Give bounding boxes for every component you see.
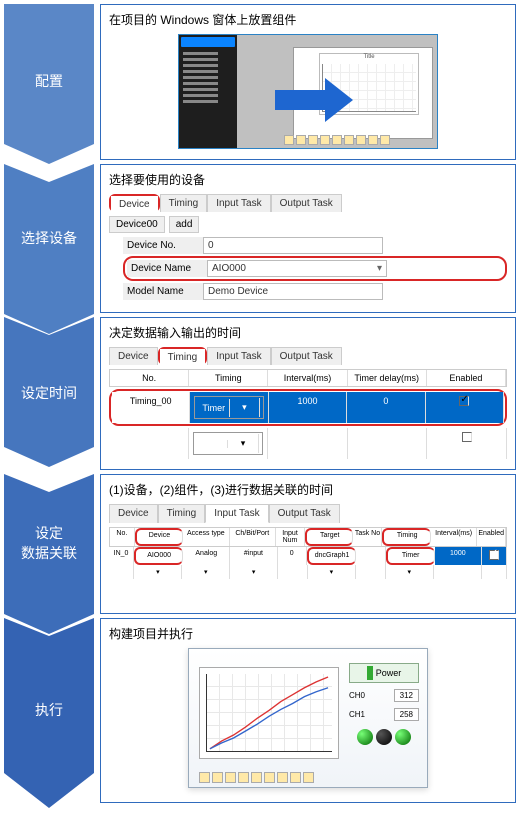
tab-input-task[interactable]: Input Task <box>205 504 268 523</box>
tab-timing[interactable]: Timing <box>160 349 206 366</box>
led-icon <box>376 729 392 745</box>
add-device-button[interactable]: add <box>169 216 200 233</box>
input-task-row-0[interactable]: IN_0 AIO000 Analog #input 0 dncGraph1 Ti… <box>109 547 507 565</box>
tab-input-task[interactable]: Input Task <box>207 194 270 212</box>
timing-row-highlight: Timing_00 Timer▾ 1000 0 <box>109 389 507 426</box>
runtime-graph <box>199 667 339 759</box>
tab-device[interactable]: Device <box>109 347 158 365</box>
cell-target[interactable]: dncGraph1 <box>307 547 356 565</box>
ide-toolbox <box>179 35 237 148</box>
timing-enabled-cell[interactable] <box>427 428 507 459</box>
device-instance-label: Device00 <box>109 216 165 233</box>
step-chevron-set-timing: 设定时间 <box>4 317 94 470</box>
timing-row-1[interactable]: ▾ <box>109 428 507 459</box>
card-configure: 在项目的 Windows 窗体上放置组件 Title <box>100 4 516 160</box>
model-name-label: Model Name <box>123 283 203 300</box>
card-execute: 构建项目并执行 Power CH0 312 CH1 258 <box>100 618 516 803</box>
device-name-highlight: Device NameAIO000 <box>123 256 507 281</box>
step-chevron-execute: 执行 <box>4 618 94 803</box>
tab-device[interactable]: Device <box>111 196 158 213</box>
timing-table-header: No. Timing Interval(ms) Timer delay(ms) … <box>109 369 507 387</box>
card-title: 选择要使用的设备 <box>109 171 507 188</box>
device-tabs: Device Timing Input Task Output Task <box>109 194 507 212</box>
device-name-label: Device Name <box>127 260 207 277</box>
cell-timing[interactable]: Timer <box>386 547 435 565</box>
card-data-link: (1)设备，(2)组件，(3)进行数据关联的时间 Device Timing I… <box>100 474 516 614</box>
cell-chbit[interactable]: #input <box>230 547 277 565</box>
device-tab-highlight: Device <box>109 194 160 212</box>
cell-device[interactable]: AIO000 <box>134 547 183 565</box>
card-title: (1)设备，(2)组件，(3)进行数据关联的时间 <box>109 481 507 498</box>
step-label: 设定时间 <box>21 384 77 404</box>
timing-tabs: Device Timing Input Task Output Task <box>109 347 507 365</box>
tab-output-task[interactable]: Output Task <box>269 504 340 523</box>
tab-timing[interactable]: Timing <box>160 194 208 212</box>
ch0-label: CH0 <box>349 691 365 700</box>
cell-taskno[interactable] <box>356 547 385 565</box>
card-title: 构建项目并执行 <box>109 625 507 642</box>
power-bar-icon <box>367 666 373 680</box>
step-label: 选择设备 <box>21 229 77 249</box>
tab-output-task[interactable]: Output Task <box>271 347 342 365</box>
tab-timing[interactable]: Timing <box>158 504 206 523</box>
device-no-label: Device No. <box>123 237 203 254</box>
col-target-highlight: Target <box>305 528 353 546</box>
ch1-label: CH1 <box>349 710 365 719</box>
card-title: 决定数据输入输出的时间 <box>109 324 507 341</box>
input-task-header: No. Device Access type Ch/Bit/Port Input… <box>109 527 507 547</box>
timing-tab-highlight: Timing <box>158 347 208 365</box>
timing-interval-cell[interactable]: 1000 <box>269 392 347 423</box>
indicator-leds <box>349 729 419 745</box>
led-icon <box>357 729 373 745</box>
inputtask-tabs: Device Timing Input Task Output Task <box>109 504 507 523</box>
runtime-window: Power CH0 312 CH1 258 <box>188 648 428 788</box>
power-indicator: Power <box>349 663 419 683</box>
chevron-down-icon: ▾ <box>228 434 259 453</box>
card-title: 在项目的 Windows 窗体上放置组件 <box>109 11 507 28</box>
timing-delay-cell[interactable]: 0 <box>347 392 425 423</box>
ch0-value: 312 <box>394 689 419 702</box>
timing-enabled-cell[interactable] <box>426 392 504 423</box>
step-chevron-select-device: 选择设备 <box>4 164 94 313</box>
step-label: 执行 <box>35 701 63 721</box>
cell-access[interactable]: Analog <box>183 547 230 565</box>
step-label: 设定 数据关联 <box>21 524 77 563</box>
ide-toolbar-icons <box>284 135 390 145</box>
tab-input-task[interactable]: Input Task <box>207 347 270 365</box>
tab-device[interactable]: Device <box>109 504 158 523</box>
device-no-field[interactable]: 0 <box>203 237 383 254</box>
ide-designer: Title <box>237 35 437 148</box>
ide-screenshot: Title <box>178 34 438 149</box>
led-icon <box>395 729 411 745</box>
tab-output-task[interactable]: Output Task <box>271 194 342 212</box>
model-name-field[interactable]: Demo Device <box>203 283 383 300</box>
input-task-row-1[interactable]: ▾▾▾ ▾ ▾ <box>109 565 507 579</box>
timing-no-cell: Timing_00 <box>112 392 190 423</box>
ch1-value: 258 <box>394 708 419 721</box>
placement-arrow-icon <box>275 75 355 125</box>
chevron-down-icon: ▾ <box>230 398 260 417</box>
step-label: 配置 <box>35 72 63 92</box>
runtime-toolbar[interactable] <box>199 772 314 783</box>
step-chevron-data-link: 设定 数据关联 <box>4 474 94 614</box>
cell-interval[interactable]: 1000 <box>435 547 482 565</box>
cell-enabled[interactable] <box>482 547 507 565</box>
timing-type-cell[interactable]: Timer▾ <box>190 392 268 423</box>
step-chevron-configure: 配置 <box>4 4 94 160</box>
card-set-timing: 决定数据输入输出的时间 Device Timing Input Task Out… <box>100 317 516 470</box>
card-select-device: 选择要使用的设备 Device Timing Input Task Output… <box>100 164 516 313</box>
timing-row-0[interactable]: Timing_00 Timer▾ 1000 0 <box>112 392 504 423</box>
col-timing-highlight: Timing <box>382 528 430 546</box>
cell-num[interactable]: 0 <box>278 547 307 565</box>
timing-type-cell[interactable]: ▾ <box>189 428 269 459</box>
device-name-select[interactable]: AIO000 <box>207 260 387 277</box>
col-device-highlight: Device <box>135 528 183 546</box>
